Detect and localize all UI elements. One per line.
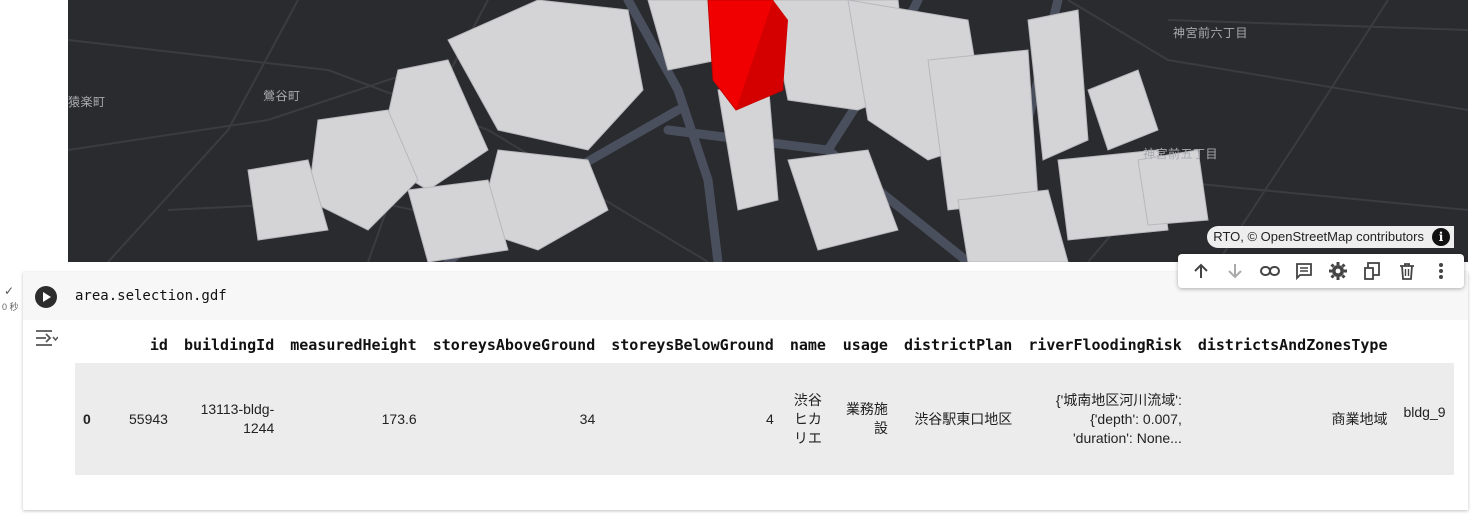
cell-extra: bldg_9 bbox=[1395, 363, 1454, 475]
dataframe-table: id buildingId measuredHeight storeysAbov… bbox=[75, 326, 1454, 475]
cell-usage: 業務施設 bbox=[833, 363, 896, 475]
cell-measured-height: 173.6 bbox=[282, 363, 425, 475]
cell-building-id: 13113-bldg-1244 bbox=[175, 363, 283, 475]
cell-districts-zones-type: 商業地域 bbox=[1189, 363, 1396, 475]
cell-status-check: ✓ bbox=[4, 284, 15, 298]
info-icon[interactable]: i bbox=[1432, 228, 1450, 246]
cell-name: 渋谷ヒカリエ bbox=[781, 363, 834, 475]
column-header: districtsAndZonesType bbox=[1197, 335, 1388, 354]
column-header: districtPlan bbox=[903, 335, 1013, 354]
map-label: 神宮前六丁目 bbox=[1173, 26, 1249, 40]
column-header: id bbox=[149, 335, 168, 354]
link-icon[interactable] bbox=[1257, 258, 1283, 284]
cell-storeys-below: 4 bbox=[603, 363, 782, 475]
cell-storeys-above: 34 bbox=[424, 363, 604, 475]
arrow-up-icon[interactable] bbox=[1188, 258, 1214, 284]
cell-river-flooding-risk: {'城南地区河川流域': {'depth': 0.007, 'duration'… bbox=[1020, 363, 1190, 475]
comment-icon[interactable] bbox=[1291, 258, 1317, 284]
map-3d-view[interactable]: 神宮前六丁目 鶯谷町 猿楽町 神宮前五丁目 RTO, © OpenStreetM… bbox=[68, 0, 1468, 262]
more-vert-icon[interactable] bbox=[1428, 258, 1454, 284]
row-index: 0 bbox=[75, 363, 121, 475]
attribution-text: RTO, © OpenStreetMap contributors bbox=[1213, 229, 1424, 244]
mirror-icon[interactable] bbox=[1359, 258, 1385, 284]
map-label: 神宮前五丁目 bbox=[1143, 147, 1219, 161]
cell-exec-time: 0 秒 bbox=[2, 302, 19, 312]
column-header: measuredHeight bbox=[290, 335, 417, 354]
code-line[interactable]: area.selection.gdf bbox=[75, 288, 227, 304]
map-attribution: RTO, © OpenStreetMap contributors i bbox=[1207, 226, 1454, 248]
cell-toolbar bbox=[1178, 254, 1464, 288]
map-canvas bbox=[68, 0, 1468, 262]
column-header: buildingId bbox=[183, 335, 275, 354]
column-header: riverFloodingRisk bbox=[1028, 335, 1182, 354]
gear-icon[interactable] bbox=[1325, 258, 1351, 284]
table-row: 0 55943 13113-bldg-1244 173.6 34 4 渋谷ヒカリ… bbox=[75, 363, 1454, 475]
column-header: storeysBelowGround bbox=[611, 335, 774, 354]
output-actions-icon[interactable] bbox=[34, 328, 59, 348]
run-cell-button[interactable] bbox=[35, 286, 57, 308]
cell-district-plan: 渋谷駅東口地区 bbox=[895, 363, 1021, 475]
notebook-page: 神宮前六丁目 鶯谷町 猿楽町 神宮前五丁目 RTO, © OpenStreetM… bbox=[0, 0, 1473, 518]
column-header bbox=[1396, 326, 1454, 363]
column-header: storeysAboveGround bbox=[432, 335, 596, 354]
code-cell[interactable]: area.selection.gdf id buildingId measure… bbox=[23, 272, 1468, 510]
trash-icon[interactable] bbox=[1394, 258, 1420, 284]
cell-id: 55943 bbox=[121, 363, 176, 475]
column-header bbox=[75, 326, 121, 363]
dataframe-output: id buildingId measuredHeight storeysAbov… bbox=[75, 326, 1468, 476]
map-label: 鶯谷町 bbox=[263, 89, 301, 103]
table-header-row: id buildingId measuredHeight storeysAbov… bbox=[75, 326, 1454, 363]
arrow-down-icon[interactable] bbox=[1222, 258, 1248, 284]
map-label: 猿楽町 bbox=[68, 95, 106, 109]
column-header: name bbox=[789, 335, 826, 354]
column-header: usage bbox=[842, 335, 888, 354]
